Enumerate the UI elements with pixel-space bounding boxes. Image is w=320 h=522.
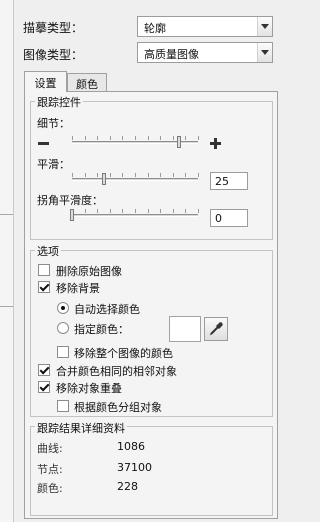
slider-tick	[85, 173, 86, 177]
slider-tick	[85, 136, 86, 140]
trace-type-label: 描摹类型：	[23, 21, 84, 35]
slider-tick	[135, 136, 136, 140]
slider-tick	[160, 136, 161, 140]
corner-input[interactable]: 0	[210, 209, 248, 227]
slider-tick	[110, 173, 111, 177]
slider-tick	[160, 209, 161, 213]
delete-original-label: 删除原始图像	[56, 265, 122, 278]
slider-tick	[160, 173, 161, 177]
trace-type-value: 轮廓	[144, 22, 166, 35]
slider-tick	[97, 209, 98, 213]
image-type-dropdown[interactable]: 高质量图像	[137, 42, 273, 63]
slider-tick	[122, 173, 123, 177]
merge-adjacent-checkbox[interactable]	[38, 364, 50, 376]
slider-tick	[72, 136, 73, 140]
left-panel-strip	[0, 0, 14, 522]
slider-tick	[148, 136, 149, 140]
colors-value: 228	[117, 480, 138, 493]
slider-tick	[122, 209, 123, 213]
corner-slider-thumb[interactable]	[70, 209, 74, 221]
detail-slider-thumb[interactable]	[177, 136, 181, 148]
slider-tick	[198, 209, 199, 213]
slider-tick	[72, 173, 73, 177]
remove-overlap-checkbox[interactable]	[38, 381, 50, 393]
color-swatch[interactable]	[169, 316, 201, 342]
smooth-label: 平滑：	[37, 158, 70, 171]
options-legend: 选项	[35, 243, 61, 259]
tab-label: 颜色	[76, 78, 98, 91]
nodes-label: 节点:	[37, 463, 63, 476]
specify-color-radio[interactable]	[57, 322, 69, 334]
slider-tick	[198, 173, 199, 177]
image-type-label: 图像类型：	[23, 48, 84, 62]
auto-color-radio[interactable]	[57, 302, 69, 314]
merge-adjacent-label: 合并颜色相同的相邻对象	[56, 365, 177, 378]
delete-original-checkbox[interactable]	[38, 264, 50, 276]
slider-tick	[97, 136, 98, 140]
group-by-color-checkbox[interactable]	[57, 400, 69, 412]
slider-tick	[135, 209, 136, 213]
remove-background-label: 移除背景	[56, 282, 100, 295]
slider-tick	[185, 209, 186, 213]
remove-all-color-label: 移除整个图像的颜色	[74, 347, 173, 360]
smooth-slider-thumb[interactable]	[102, 173, 106, 185]
slider-tick	[85, 209, 86, 213]
smooth-slider-track[interactable]	[72, 178, 198, 181]
tab-colors[interactable]: 颜色	[67, 73, 107, 91]
slider-tick	[173, 136, 174, 140]
chevron-down-icon[interactable]	[257, 43, 272, 62]
eyedropper-button[interactable]	[204, 317, 228, 341]
remove-background-checkbox[interactable]	[38, 281, 50, 293]
strip-divider	[0, 306, 13, 307]
remove-all-color-checkbox[interactable]	[57, 346, 69, 358]
corner-slider-track[interactable]	[72, 214, 198, 217]
slider-tick	[135, 173, 136, 177]
chevron-down-icon[interactable]	[257, 17, 272, 36]
slider-tick	[148, 173, 149, 177]
results-legend: 跟踪结果详细资料	[35, 420, 127, 436]
image-type-value: 高质量图像	[144, 48, 199, 61]
slider-tick	[198, 136, 199, 140]
corner-smooth-label: 拐角平滑度：	[37, 194, 103, 207]
nodes-value: 37100	[117, 461, 152, 474]
smooth-input[interactable]: 25	[210, 172, 248, 190]
curves-value: 1086	[117, 440, 145, 453]
eyedropper-icon	[209, 322, 223, 336]
colors-label: 颜色:	[37, 482, 63, 495]
slider-tick	[185, 136, 186, 140]
slider-tick	[110, 136, 111, 140]
remove-overlap-label: 移除对象重叠	[56, 382, 122, 395]
auto-color-label: 自动选择颜色	[74, 303, 140, 316]
minus-icon[interactable]	[38, 142, 49, 145]
group-by-color-label: 根据颜色分组对象	[74, 401, 162, 414]
slider-tick	[185, 173, 186, 177]
strip-divider	[0, 214, 13, 215]
slider-tick	[173, 173, 174, 177]
trace-type-dropdown[interactable]: 轮廓	[137, 16, 273, 37]
slider-tick	[97, 173, 98, 177]
tracing-controls-legend: 跟踪控件	[35, 94, 83, 110]
slider-tick	[148, 209, 149, 213]
detail-label: 细节：	[37, 117, 70, 130]
curves-label: 曲线:	[37, 442, 63, 455]
tab-label: 设置	[34, 77, 57, 90]
tab-settings[interactable]: 设置	[24, 71, 67, 92]
specify-color-label: 指定颜色：	[74, 323, 129, 336]
slider-tick	[110, 209, 111, 213]
plus-icon[interactable]	[210, 138, 221, 149]
slider-tick	[122, 136, 123, 140]
slider-tick	[173, 209, 174, 213]
